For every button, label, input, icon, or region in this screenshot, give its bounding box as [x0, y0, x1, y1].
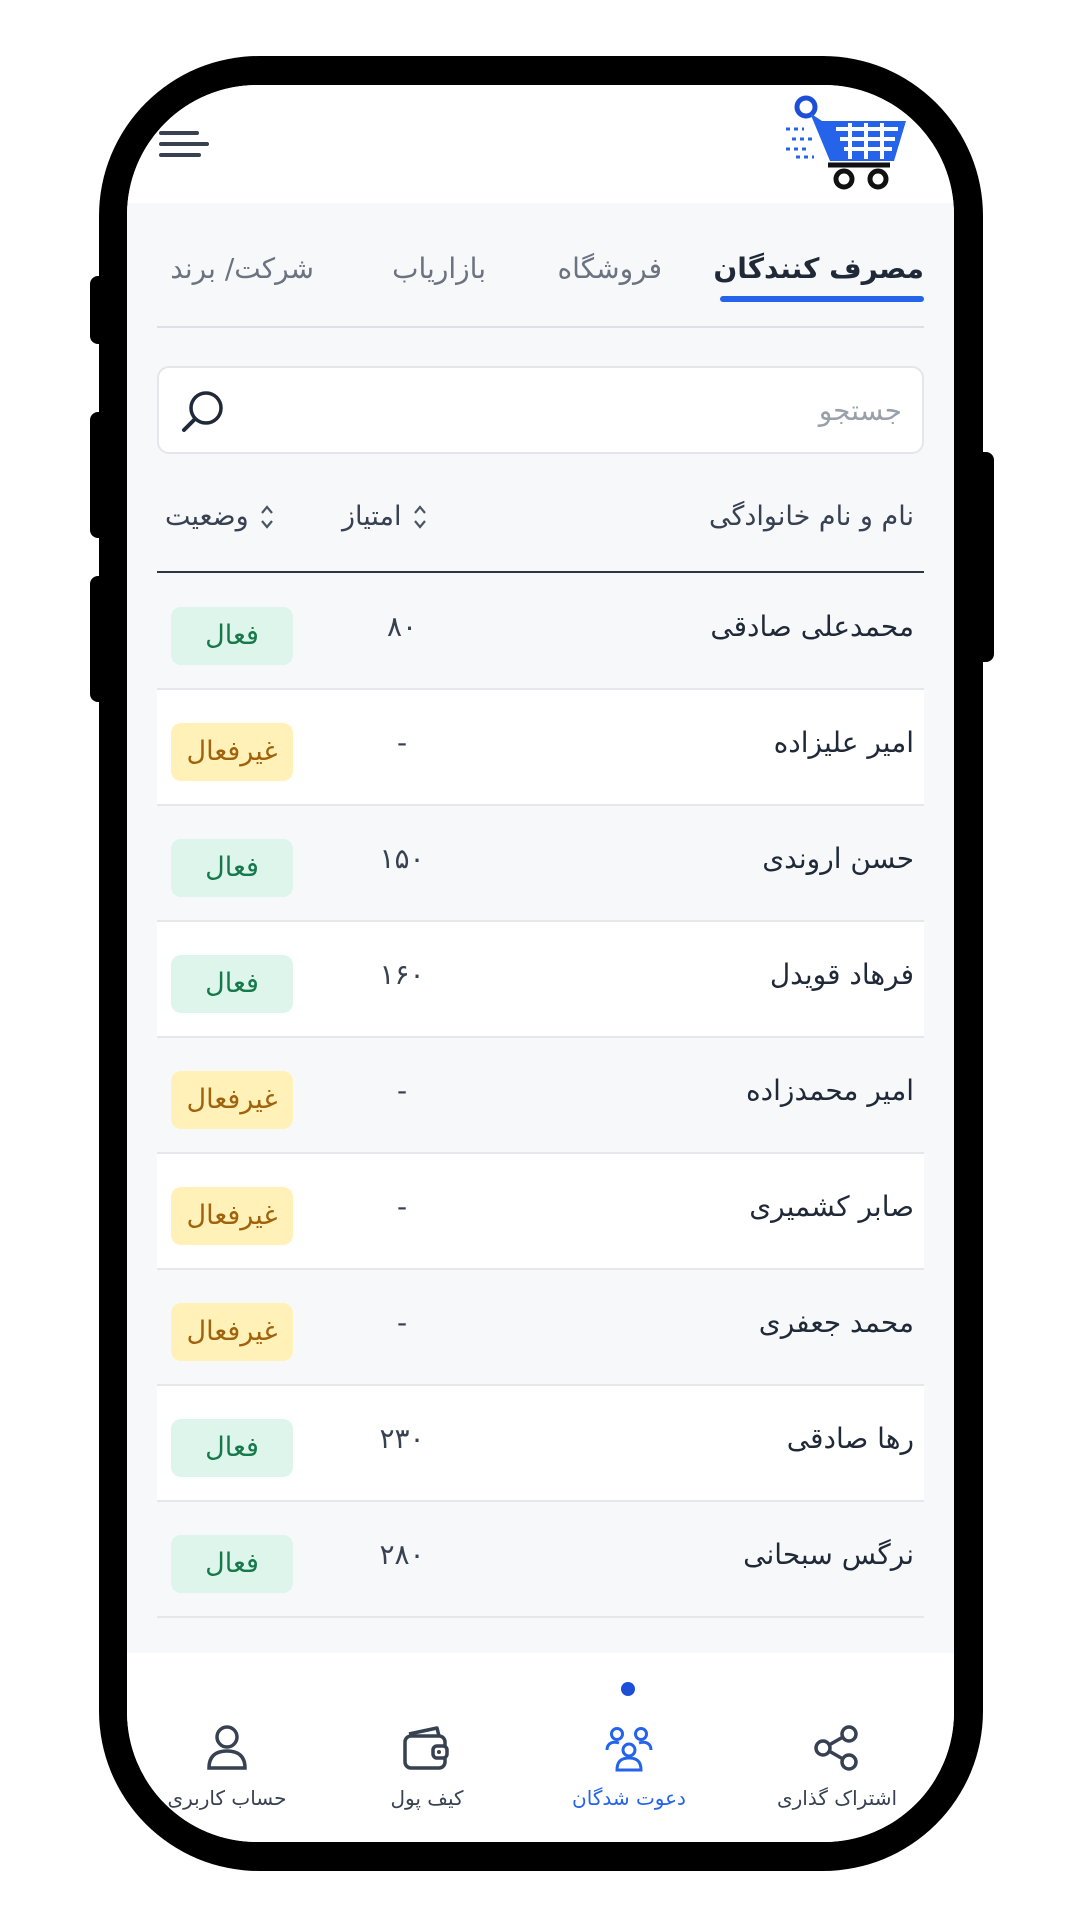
nav-active-dot [621, 1682, 635, 1696]
column-header-label: امتیاز [342, 501, 402, 532]
main-content: مصرف کنندگان فروشگاه بازاریاب شرکت/ برند… [127, 203, 954, 1653]
tab-label: شرکت/ برند [170, 252, 314, 285]
invitees-icon [605, 1727, 653, 1772]
search-box [157, 366, 924, 454]
phone-side-button [972, 452, 994, 662]
status-badge: غیرفعال [171, 1187, 293, 1245]
status-badge: فعال [171, 839, 293, 897]
table-row[interactable]: صابر کشمیری - غیرفعال [157, 1154, 924, 1270]
nav-label: کیف پول [390, 1786, 464, 1810]
phone-side-button [90, 412, 110, 538]
tab-bar: مصرف کنندگان فروشگاه بازاریاب شرکت/ برند [157, 203, 924, 328]
row-score: ۱۵۰ [379, 842, 425, 875]
row-name: امیر علیزاده [773, 726, 914, 759]
row-score: ۱۶۰ [379, 958, 425, 991]
sort-icon [413, 504, 426, 529]
search-icon[interactable] [179, 388, 227, 436]
wallet-icon [403, 1726, 449, 1770]
row-score: ۲۸۰ [379, 1538, 425, 1571]
nav-label: اشتراک گذاری [776, 1786, 898, 1810]
row-name: فرهاد قویدل [769, 958, 914, 991]
row-name: محمد جعفری [758, 1306, 914, 1339]
nav-label: حساب کاربری [167, 1786, 287, 1810]
row-score: ۸۰ [386, 610, 418, 643]
table-row[interactable]: محمدعلی صادقی ۸۰ فعال [157, 574, 924, 690]
status-badge: فعال [171, 607, 293, 665]
table-row[interactable]: محمد جعفری - غیرفعال [157, 1270, 924, 1386]
table-row[interactable]: امیر علیزاده - غیرفعال [157, 690, 924, 806]
tab-label: بازاریاب [392, 252, 486, 285]
nav-item-share[interactable]: اشتراک گذاری [737, 1720, 937, 1830]
search-input[interactable] [262, 382, 902, 438]
row-score: - [396, 1190, 408, 1223]
user-icon [207, 1725, 247, 1770]
table-header: نام و نام خانوادگی امتیاز وضعیت [157, 483, 924, 573]
row-name: امیر محمدزاده [746, 1074, 914, 1107]
tab-marketer[interactable]: بازاریاب [392, 239, 486, 299]
row-score: ۲۳۰ [379, 1422, 425, 1455]
column-header-name[interactable]: نام و نام خانوادگی [709, 501, 914, 532]
row-score: - [396, 1306, 408, 1339]
sort-icon [260, 504, 273, 529]
app-screen: مصرف کنندگان فروشگاه بازاریاب شرکت/ برند… [127, 85, 954, 1842]
nav-label: دعوت شدگان [572, 1786, 686, 1810]
active-tab-indicator [720, 296, 924, 302]
nav-item-invitees[interactable]: دعوت شدگان [529, 1720, 729, 1830]
phone-side-button [90, 276, 110, 344]
tab-label: فروشگاه [557, 252, 662, 285]
status-badge: فعال [171, 1535, 293, 1593]
row-score: - [396, 726, 408, 759]
nav-item-account[interactable]: حساب کاربری [127, 1720, 327, 1830]
bottom-navigation: اشتراک گذاری دعوت شدگان کیف پول حساب کار… [127, 1658, 954, 1842]
table-row[interactable]: حسن اروندی ۱۵۰ فعال [157, 806, 924, 922]
phone-side-button [90, 576, 110, 702]
table-row[interactable]: امیر محمدزاده - غیرفعال [157, 1038, 924, 1154]
row-name: نرگس سبحانی [743, 1538, 914, 1571]
tab-store[interactable]: فروشگاه [558, 239, 662, 299]
table-row[interactable]: رها صادقی ۲۳۰ فعال [157, 1386, 924, 1502]
tab-label: مصرف کنندگان [713, 252, 924, 285]
tab-company-brand[interactable]: شرکت/ برند [170, 239, 314, 299]
column-header-label: وضعیت [165, 501, 249, 532]
column-header-status[interactable]: وضعیت [165, 501, 275, 532]
status-badge: غیرفعال [171, 1071, 293, 1129]
row-name: رها صادقی [786, 1422, 914, 1455]
column-header-score[interactable]: امتیاز [342, 501, 428, 532]
table-row[interactable]: نرگس سبحانی ۲۸۰ فعال [157, 1502, 924, 1618]
status-badge: غیرفعال [171, 723, 293, 781]
row-score: - [396, 1074, 408, 1107]
tab-consumers[interactable]: مصرف کنندگان [713, 239, 924, 302]
app-header [127, 85, 954, 203]
column-header-label: نام و نام خانوادگی [709, 501, 914, 532]
row-name: حسن اروندی [762, 842, 914, 875]
status-badge: فعال [171, 1419, 293, 1477]
status-badge: غیرفعال [171, 1303, 293, 1361]
nav-item-wallet[interactable]: کیف پول [327, 1720, 527, 1830]
shopping-cart-icon[interactable] [784, 93, 914, 193]
menu-icon[interactable] [159, 127, 209, 161]
row-name: صابر کشمیری [749, 1190, 914, 1223]
share-icon [814, 1725, 858, 1771]
table-body: محمدعلی صادقی ۸۰ فعال امیر علیزاده - غیر… [157, 574, 924, 1618]
status-badge: فعال [171, 955, 293, 1013]
row-name: محمدعلی صادقی [710, 610, 914, 643]
table-row[interactable]: فرهاد قویدل ۱۶۰ فعال [157, 922, 924, 1038]
